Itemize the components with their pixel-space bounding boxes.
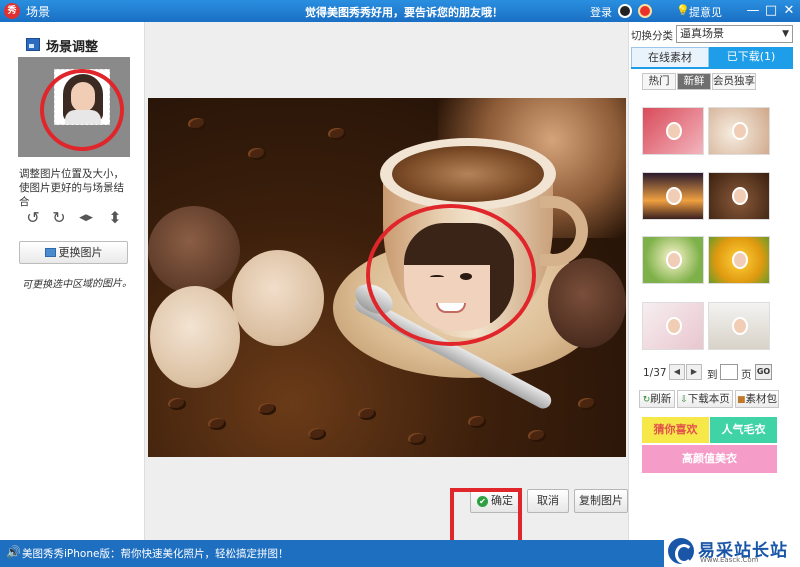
copy-image-button[interactable]: 复制图片: [574, 489, 628, 513]
title-bar: 秀 场景 觉得美图秀秀好用，要告诉您的朋友哦！ 登录 💡 提意见 — □ ✕: [0, 0, 800, 22]
package-icon: ■: [736, 395, 746, 405]
refresh-label: 刷新: [650, 393, 672, 405]
tab-divider: [631, 67, 793, 69]
thumb-face: [666, 122, 682, 140]
page-indicator: 1/37: [643, 367, 667, 379]
coffee-bean: [188, 118, 206, 130]
thumb-face: [666, 251, 682, 269]
rotate-right-icon[interactable]: ↻: [50, 209, 68, 227]
site-watermark: 易采站长站 Www.Easck.Com: [664, 534, 800, 567]
app-logo-icon: 秀: [4, 3, 20, 19]
scene-thumbnail[interactable]: [708, 302, 770, 350]
window-title: 场景: [26, 5, 51, 19]
panel-title: 场景调整: [46, 40, 99, 55]
refresh-button[interactable]: ↻刷新: [639, 390, 675, 408]
coffee-bean: [328, 128, 346, 140]
tab-online-materials[interactable]: 在线素材: [631, 47, 709, 67]
coffee-surface: [392, 146, 544, 202]
scene-thumbnail[interactable]: [708, 172, 770, 220]
macaron: [548, 258, 626, 348]
canvas-area: [145, 22, 628, 540]
thumb-face: [732, 187, 748, 205]
ad-banner-guess-you-like[interactable]: 猜你喜欢: [642, 417, 709, 443]
coffee-bean: [258, 403, 276, 415]
tab-downloaded[interactable]: 已下载(1): [709, 47, 793, 67]
watermark-logo-icon: [668, 538, 694, 564]
macaron: [232, 250, 324, 346]
scene-thumbnail[interactable]: [642, 302, 704, 350]
thumb-face: [732, 251, 748, 269]
material-panel: 切换分类 逼真场景 ▼ 在线素材 已下载(1) 热门 新鲜 会员独享 1/37 …: [628, 22, 800, 540]
flip-horizontal-icon[interactable]: ◀▶: [74, 209, 98, 227]
download-page-button[interactable]: ⇩下载本页: [677, 390, 733, 408]
adjust-hint: 调整图片位置及大小，使图片更好的与场景结合: [19, 168, 124, 208]
picture-icon: [44, 248, 56, 257]
speaker-icon: 🔊: [6, 545, 21, 559]
filter-member-only[interactable]: 会员独享: [712, 73, 756, 90]
highlight-box-confirm: [450, 488, 522, 544]
page-number-input[interactable]: [720, 364, 738, 380]
download-icon: ⇩: [680, 395, 688, 405]
thumb-face: [666, 317, 682, 335]
macaron: [148, 206, 240, 294]
goto-label: 到: [707, 369, 718, 381]
feedback-link[interactable]: 提意见: [689, 4, 722, 20]
ad-banner-fashion[interactable]: 高颜值美衣: [642, 445, 777, 473]
cancel-button[interactable]: 取消: [527, 489, 569, 513]
go-button[interactable]: GO: [755, 364, 772, 380]
maximize-button[interactable]: □: [762, 2, 780, 20]
page-label: 页: [741, 369, 752, 381]
coffee-bean: [578, 398, 596, 410]
replace-image-button[interactable]: 更换图片: [19, 241, 128, 264]
lightbulb-icon: 💡: [676, 4, 690, 17]
chevron-down-icon: ▼: [782, 29, 789, 39]
coffee-bean: [358, 408, 376, 420]
coffee-bean: [468, 416, 486, 428]
coffee-bean: [528, 430, 546, 442]
highlight-circle-thumbnail: [40, 69, 124, 151]
scene-adjust-panel: 场景调整 调整图片位置及大小，使图片更好的与场景结合 ↺ ↻ ◀▶ ⬍ 更换图片…: [0, 22, 145, 540]
scene-thumbnail[interactable]: [708, 236, 770, 284]
coffee-bean: [308, 428, 326, 440]
replace-image-label: 更换图片: [58, 246, 103, 259]
handwritten-annotation: 可更换选中区域的图片。: [21, 278, 133, 291]
ad-banner-popular-sweaters[interactable]: 人气毛衣: [710, 417, 777, 443]
filter-new[interactable]: 新鲜: [677, 73, 711, 90]
coffee-bean: [168, 398, 186, 410]
download-label: 下载本页: [687, 393, 730, 405]
next-page-button[interactable]: ▶: [686, 364, 702, 380]
status-promo-link[interactable]: 美图秀秀iPhone版：帮你快速美化照片，轻松搞定拼图！: [22, 546, 288, 561]
coffee-bean: [248, 148, 266, 160]
flip-vertical-icon[interactable]: ⬍: [106, 209, 124, 227]
category-label: 切换分类: [631, 30, 673, 42]
material-pack-button[interactable]: ■素材包: [735, 390, 779, 408]
category-select[interactable]: 逼真场景 ▼: [676, 25, 793, 43]
minimize-button[interactable]: —: [744, 2, 762, 20]
watermark-subtext: Www.Easck.Com: [700, 556, 759, 564]
prev-page-button[interactable]: ◀: [669, 364, 685, 380]
coffee-bean: [408, 433, 426, 445]
thumb-face: [732, 122, 748, 140]
rotate-left-icon[interactable]: ↺: [24, 209, 42, 227]
qq-icon[interactable]: [618, 4, 632, 18]
slogan-text: 觉得美图秀秀好用，要告诉您的朋友哦！: [305, 6, 503, 19]
category-value: 逼真场景: [680, 27, 724, 40]
close-button[interactable]: ✕: [780, 2, 798, 20]
coffee-bean: [208, 418, 226, 430]
pack-label: 素材包: [745, 393, 778, 405]
scene-thumbnail[interactable]: [708, 107, 770, 155]
thumb-face: [666, 187, 682, 205]
highlight-circle-cup: [366, 204, 536, 346]
weibo-icon[interactable]: [638, 4, 652, 18]
scene-thumbnail[interactable]: [642, 172, 704, 220]
filter-hot[interactable]: 热门: [642, 73, 676, 90]
login-link[interactable]: 登录: [590, 4, 612, 20]
scene-photo[interactable]: [148, 98, 626, 457]
macaron: [150, 286, 240, 388]
scene-thumbnail[interactable]: [642, 107, 704, 155]
thumb-face: [732, 317, 748, 335]
scene-thumbnail[interactable]: [642, 236, 704, 284]
scene-icon: [26, 38, 40, 51]
